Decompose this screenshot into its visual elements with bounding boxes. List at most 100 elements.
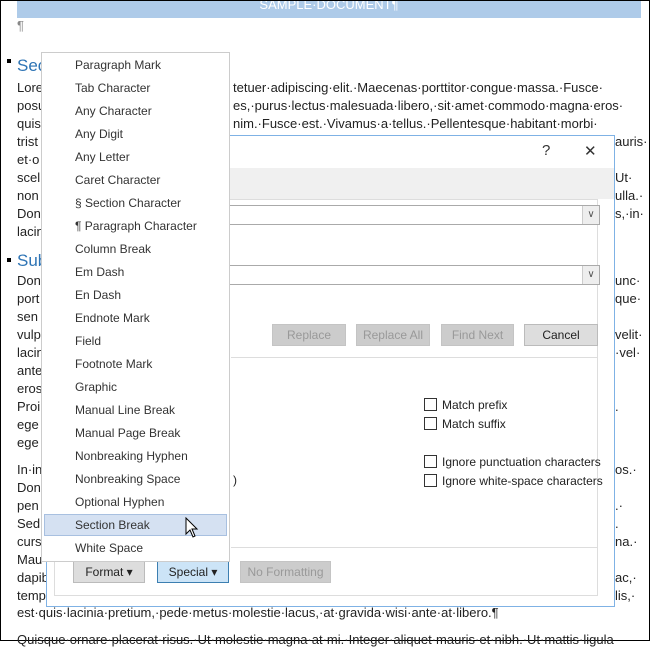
checkbox-1[interactable]: Match suffix: [424, 417, 506, 431]
title-band: SAMPLE·DOCUMENT¶: [17, 1, 641, 18]
doc-line-start: curs: [17, 534, 42, 549]
doc-line-start: ege: [17, 435, 39, 450]
doc-line-end: velit·: [615, 327, 643, 342]
doc-line-start: Don: [17, 480, 41, 495]
checkbox-label: Ignore white-space characters: [442, 474, 603, 488]
special-button[interactable]: Special ▾: [157, 561, 229, 583]
doc-line-start: lacin: [17, 224, 44, 239]
replace-with-combo[interactable]: ∨: [197, 265, 600, 285]
doc-line-end: s,·in·: [615, 206, 644, 221]
doc-line-end: lis,·: [615, 588, 636, 603]
doc-line-start: Don: [17, 273, 41, 288]
doc-line-start: dapib: [17, 570, 49, 585]
menu-item[interactable]: Any Digit: [44, 123, 227, 145]
checkbox-box[interactable]: [424, 417, 437, 430]
menu-item[interactable]: Column Break: [44, 238, 227, 260]
doc-line-start: non: [17, 188, 39, 203]
divider: [231, 547, 598, 548]
doc-line-start: ante: [17, 363, 43, 378]
cancel-button[interactable]: Cancel: [524, 324, 598, 346]
checkbox-box[interactable]: [424, 398, 437, 411]
bullet-icon: [7, 258, 11, 262]
doc-line-start: Lore: [17, 80, 44, 95]
doc-line-end: que·: [615, 291, 642, 306]
checkbox-label: Ignore punctuation characters: [442, 455, 601, 469]
doc-line-end: nim.·Fusce·est.·Vivamus·a·tellus.·Pellen…: [233, 116, 598, 131]
doc-line-start: eros: [17, 381, 43, 396]
divider: [231, 357, 598, 358]
chevron-down-icon[interactable]: ∨: [582, 206, 599, 224]
menu-item[interactable]: Paragraph Mark: [44, 54, 227, 76]
format-button[interactable]: Format ▾: [73, 561, 145, 583]
menu-item[interactable]: Footnote Mark: [44, 353, 227, 375]
doc-line-start: Sed: [17, 516, 41, 531]
menu-item[interactable]: Any Letter: [44, 146, 227, 168]
empty-paragraph: ¶: [17, 18, 24, 33]
checkbox-0[interactable]: Match prefix: [424, 398, 507, 412]
doc-line-end: .·: [615, 498, 623, 513]
doc-line-end: .: [615, 399, 619, 414]
checkbox-2[interactable]: Ignore punctuation characters: [424, 455, 601, 469]
menu-item[interactable]: Caret Character: [44, 169, 227, 191]
menu-item[interactable]: White Space: [44, 537, 227, 559]
doc-line-start: Mau: [17, 552, 43, 567]
menu-item[interactable]: En Dash: [44, 284, 227, 306]
menu-item[interactable]: Nonbreaking Space: [44, 468, 227, 490]
bullet-icon: [7, 59, 11, 63]
menu-item[interactable]: Manual Page Break: [44, 422, 227, 444]
menu-item[interactable]: Graphic: [44, 376, 227, 398]
doc-line-start: pen: [17, 498, 39, 513]
menu-item[interactable]: Any Character: [44, 100, 227, 122]
no-formatting-button[interactable]: No Formatting: [240, 561, 331, 583]
help-button[interactable]: ?: [542, 142, 550, 159]
doc-line: Quisque·ornare·placerat·risus.·Ut·molest…: [17, 632, 614, 647]
doc-line-start: trist: [17, 134, 38, 149]
menu-item[interactable]: Em Dash: [44, 261, 227, 283]
doc-line-start: vulp: [17, 327, 41, 342]
doc-line-end: ac,·: [615, 570, 637, 585]
menu-item[interactable]: ¶ Paragraph Character: [44, 215, 227, 237]
doc-line-start: quis: [17, 116, 41, 131]
checkbox-label: Match suffix: [442, 417, 506, 431]
replace-button[interactable]: Replace: [272, 324, 346, 346]
mouse-cursor-icon: [185, 517, 199, 538]
doc-line-start: scel: [17, 170, 41, 185]
checkbox-label: Match prefix: [442, 398, 508, 412]
doc-line-start: Proi: [17, 399, 41, 414]
close-button[interactable]: ✕: [584, 142, 597, 160]
doc-line-start: lacin: [17, 345, 44, 360]
checkbox-box[interactable]: [424, 474, 437, 487]
doc-line-end: auris·: [615, 134, 648, 149]
doc-line-start: sen: [17, 309, 38, 324]
doc-line-end: unc·: [615, 273, 641, 288]
checkbox-box[interactable]: [424, 455, 437, 468]
menu-item[interactable]: Optional Hyphen: [44, 491, 227, 513]
doc-line-end: na.·: [615, 534, 638, 549]
menu-item[interactable]: Section Break: [44, 514, 227, 536]
menu-item[interactable]: § Section Character: [44, 192, 227, 214]
doc-line-start: temp: [17, 588, 46, 603]
menu-item[interactable]: Field: [44, 330, 227, 352]
menu-item[interactable]: Endnote Mark: [44, 307, 227, 329]
doc-line-end: os.·: [615, 462, 637, 477]
find-what-combo[interactable]: ∨: [197, 205, 600, 225]
language-fragment: ): [233, 473, 237, 487]
doc-line-start: Don: [17, 206, 41, 221]
doc-line-start: port: [17, 291, 40, 306]
menu-item[interactable]: Tab Character: [44, 77, 227, 99]
doc-line-end: tetuer·adipiscing·elit.·Maecenas·porttit…: [233, 80, 603, 95]
doc-line-end: ·vel·: [615, 345, 641, 360]
doc-line-end: .: [615, 516, 619, 531]
menu-item[interactable]: Nonbreaking Hyphen: [44, 445, 227, 467]
doc-line-start: et·o: [17, 152, 40, 167]
doc-line-end: es,·purus·lectus·malesuada·libero,·sit·a…: [233, 98, 624, 113]
menu-item[interactable]: Manual Line Break: [44, 399, 227, 421]
doc-line-start: ege: [17, 417, 39, 432]
chevron-down-icon[interactable]: ∨: [582, 266, 599, 284]
doc-line-start: In·in: [17, 462, 43, 477]
doc-line-end: Ut·: [615, 170, 633, 185]
checkbox-3[interactable]: Ignore white-space characters: [424, 474, 603, 488]
doc-line-end: ulla.·: [615, 188, 644, 203]
find-next-button[interactable]: Find Next: [441, 324, 514, 346]
replace-all-button[interactable]: Replace All: [356, 324, 430, 346]
